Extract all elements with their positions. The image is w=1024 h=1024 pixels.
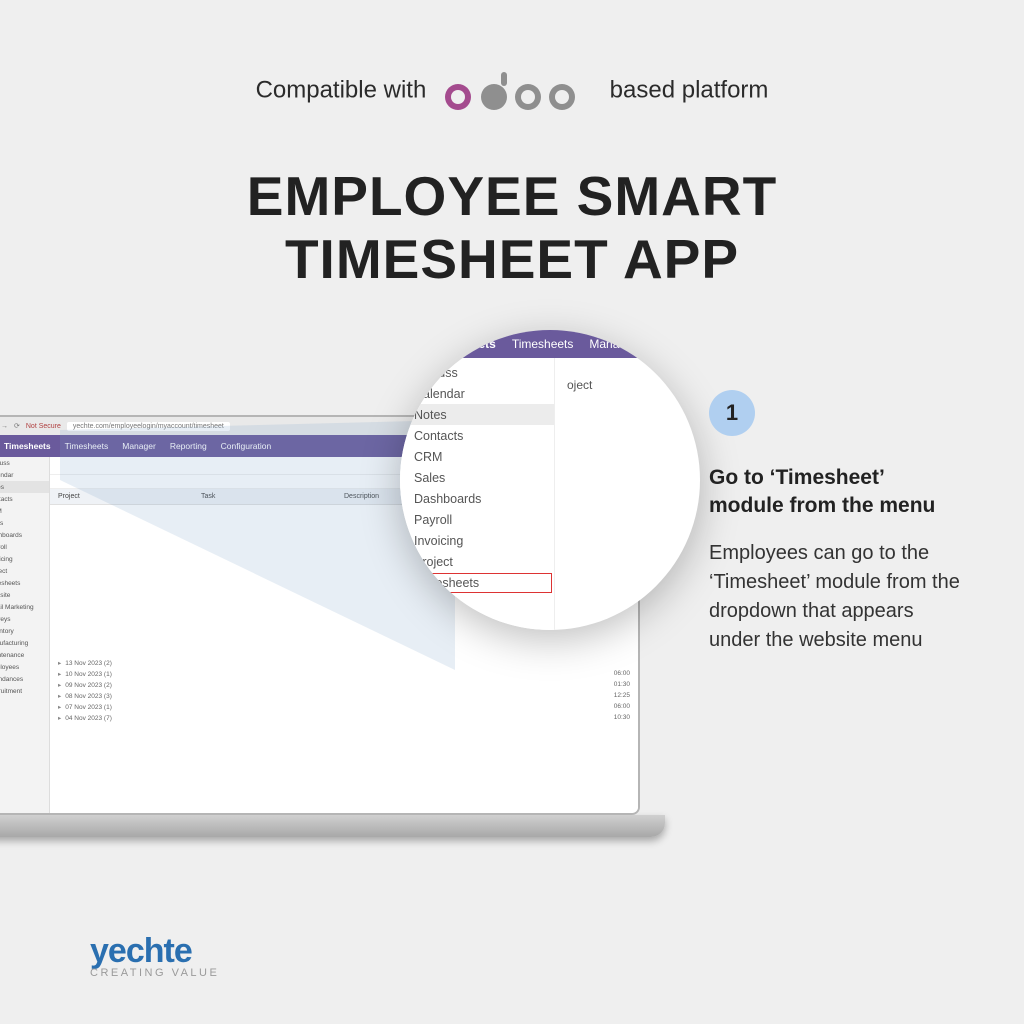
zoom-menu-payroll[interactable]: Payroll [400, 509, 554, 530]
zoom-app-switcher[interactable]: Timesheets [412, 337, 496, 351]
apps-grid-icon [412, 338, 424, 350]
grouped-rows: ▸13 Nov 2023 (2) ▸10 Nov 2023 (1)06:00 ▸… [50, 655, 638, 725]
zoom-menu-crm[interactable]: CRM [400, 446, 554, 467]
sidebar-item[interactable]: Contacts [0, 493, 49, 505]
headline-line2: TIMESHEET APP [0, 228, 1024, 291]
col-project[interactable]: Project [58, 493, 201, 500]
table-row[interactable]: ▸08 Nov 2023 (3)12:25 [50, 690, 638, 701]
footer-brand: yechte CREATING VALUE [90, 932, 219, 979]
zoom-menu-calendar[interactable]: Calendar [400, 383, 554, 404]
sidebar-item[interactable]: Invoicing [0, 553, 49, 565]
sidebar-item[interactable]: Discuss [0, 457, 49, 469]
sidebar-item[interactable]: Email Marketing [0, 601, 49, 613]
sidebar-item[interactable]: Payroll [0, 541, 49, 553]
zoom-app-name: Timesheets [430, 337, 496, 351]
laptop-base [0, 815, 665, 837]
zoom-menu: Discuss Calendar Notes Contacts CRM Sale… [400, 358, 555, 630]
sidebar-item[interactable]: CRM [0, 505, 49, 517]
table-row[interactable]: ▸10 Nov 2023 (1)06:00 [50, 668, 638, 679]
sidebar-item[interactable]: Website [0, 589, 49, 601]
table-row[interactable]: ▸07 Nov 2023 (1)06:00 [50, 701, 638, 712]
sidebar-item[interactable]: Dashboards [0, 529, 49, 541]
app-switcher[interactable]: Timesheets [0, 441, 51, 451]
nav-configuration[interactable]: Configuration [221, 441, 272, 451]
zoom-menu-dashboards[interactable]: Dashboards [400, 488, 554, 509]
zoom-menu-emailmkt[interactable]: Email Marketing [400, 615, 554, 630]
sidebar-item[interactable]: Maintenance [0, 649, 49, 661]
table-row[interactable]: ▸13 Nov 2023 (2) [50, 657, 638, 668]
step-body: Employees can go to the ‘Timesheet’ modu… [709, 539, 964, 655]
security-label: Not Secure [26, 423, 61, 430]
sidebar-item[interactable]: Timesheets [0, 577, 49, 589]
zoom-menu-sales[interactable]: Sales [400, 467, 554, 488]
step-panel: 1 Go to ‘Timesheet’ module from the menu… [709, 390, 964, 655]
zoom-col-project: oject [567, 378, 592, 392]
zoom-menu-project[interactable]: Project [400, 551, 554, 572]
sidebar-item[interactable]: Inventory [0, 625, 49, 637]
zoom-menu-notes[interactable]: Notes [400, 404, 554, 425]
sidebar-item[interactable]: Project [0, 565, 49, 577]
sidebar-item[interactable]: Surveys [0, 613, 49, 625]
nav-fwd-icon[interactable]: → [1, 423, 8, 430]
sidebar-item[interactable]: Recruitment [0, 685, 49, 697]
odoo-logo [443, 70, 593, 112]
zoom-nav-timesheets[interactable]: Timesheets [512, 337, 574, 351]
sidebar-item[interactable]: Notes [0, 481, 49, 493]
sidebar-item[interactable]: Attendances [0, 673, 49, 685]
step-number-badge: 1 [709, 390, 755, 436]
brand-name: yechte [90, 932, 219, 971]
sidebar-item[interactable]: Manufacturing [0, 637, 49, 649]
app-sidebar: Discuss Calendar Notes Contacts CRM Sale… [0, 457, 50, 813]
zoom-menu-discuss[interactable]: Discuss [400, 362, 554, 383]
compat-tagline: Compatible with based platform [0, 70, 1024, 112]
nav-manager[interactable]: Manager [122, 441, 156, 451]
url-field[interactable]: yechte.com/employeelogin/myaccount/times… [67, 422, 230, 431]
table-row[interactable]: ▸09 Nov 2023 (2)01:30 [50, 679, 638, 690]
zoom-menu-website[interactable]: Website [400, 594, 554, 615]
app-name-label: Timesheets [4, 441, 51, 451]
zoom-menu-timesheets[interactable]: Timesheets [402, 573, 552, 593]
nav-reload-icon[interactable]: ⟳ [14, 422, 20, 430]
zoom-callout: Timesheets Timesheets Mana Discuss Calen… [400, 330, 700, 630]
tagline-post: based platform [610, 76, 769, 103]
zoom-content: oject [555, 358, 700, 630]
zoom-topbar: Timesheets Timesheets Mana [400, 330, 700, 358]
brand-tagline: CREATING VALUE [90, 967, 219, 979]
table-row[interactable]: ▸04 Nov 2023 (7)10:30 [50, 712, 638, 723]
zoom-menu-invoicing[interactable]: Invoicing [400, 530, 554, 551]
col-task[interactable]: Task [201, 493, 344, 500]
page-title: EMPLOYEE SMART TIMESHEET APP [0, 165, 1024, 292]
nav-timesheets[interactable]: Timesheets [65, 441, 109, 451]
zoom-menu-contacts[interactable]: Contacts [400, 425, 554, 446]
sidebar-item[interactable]: Employees [0, 661, 49, 673]
nav-reporting[interactable]: Reporting [170, 441, 207, 451]
tagline-pre: Compatible with [256, 76, 427, 103]
zoom-nav-mana[interactable]: Mana [589, 337, 619, 351]
headline-line1: EMPLOYEE SMART [0, 165, 1024, 228]
sidebar-item[interactable]: Calendar [0, 469, 49, 481]
step-title: Go to ‘Timesheet’ module from the menu [709, 464, 964, 521]
sidebar-item[interactable]: Sales [0, 517, 49, 529]
